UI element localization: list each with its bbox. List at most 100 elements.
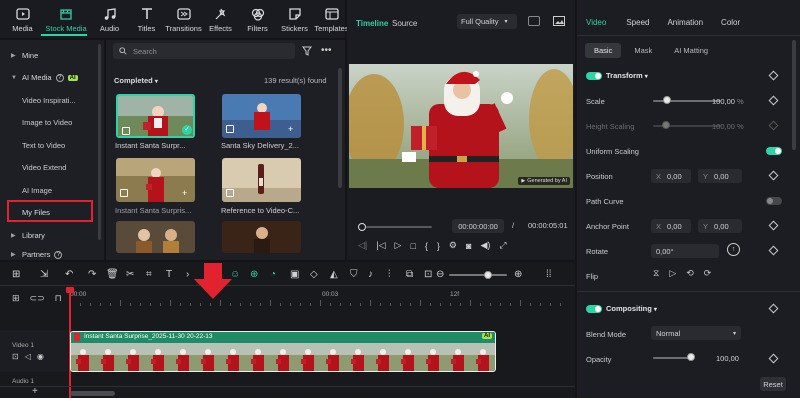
media-thumb-6[interactable] — [222, 221, 301, 253]
zoom-in-icon[interactable]: ⊕ — [514, 269, 526, 281]
toolbar-media-button[interactable]: Media — [4, 4, 41, 40]
redo-icon[interactable]: ↷ — [88, 269, 100, 281]
render-icon[interactable]: ⊡ — [424, 269, 436, 281]
rotate-left-icon[interactable]: ⟲ — [686, 268, 694, 279]
preview-progress-track[interactable] — [366, 226, 432, 228]
add-track-icon[interactable]: ⊞ — [12, 293, 20, 304]
height-slider-knob[interactable] — [662, 121, 670, 129]
sidebar-item-ai-image[interactable]: AI Image — [0, 179, 104, 202]
playhead-handle[interactable] — [66, 287, 74, 293]
shield-icon[interactable]: ⛉ — [350, 269, 362, 281]
toolbar-effects-button[interactable]: Effects — [202, 4, 239, 40]
subtab-ai-matting[interactable]: AI Matting — [665, 43, 717, 58]
sidebar-item-video-inspirati[interactable]: Video Inspirati... — [0, 89, 104, 112]
magnet-icon[interactable]: ⊓ — [55, 293, 62, 304]
sidebar-item-mine[interactable]: ▶ Mine — [0, 44, 104, 67]
sidebar-scrollbar[interactable] — [98, 44, 101, 240]
subtab-mask[interactable]: Mask — [625, 43, 661, 58]
aspect-ratio-icon[interactable] — [528, 16, 540, 26]
zoom-slider-track[interactable] — [449, 274, 507, 276]
marker-icon[interactable]: ◭ — [330, 269, 342, 281]
sidebar-item-partners[interactable]: ▶ Partners? — [0, 247, 104, 263]
lock-icon[interactable]: ⊡ — [12, 352, 19, 361]
subtab-basic[interactable]: Basic — [585, 43, 622, 58]
media-thumb-4[interactable] — [222, 158, 301, 202]
more-icon[interactable]: ••• — [321, 45, 332, 56]
image-icon[interactable]: ▣ — [290, 269, 302, 281]
grid-icon[interactable]: ⊞ — [12, 269, 24, 281]
tab-speed[interactable]: Speed — [626, 18, 649, 27]
opacity-slider-knob[interactable] — [687, 353, 695, 361]
media-thumb-3[interactable]: + — [116, 158, 195, 202]
add-icon[interactable]: + — [182, 188, 187, 198]
volume-icon[interactable]: ◀) — [480, 240, 490, 251]
sidebar-item-video-extend[interactable]: Video Extend — [0, 157, 104, 180]
search-input[interactable]: Search — [113, 43, 295, 59]
media-scrollbar[interactable] — [338, 68, 342, 188]
delete-icon[interactable]: 🗑 — [106, 269, 119, 281]
tab-source[interactable]: Source — [392, 19, 417, 28]
transform-header[interactable]: Transform ▾ — [606, 71, 648, 80]
position-x-field[interactable]: X 0,00 — [651, 169, 691, 183]
blend-mode-dropdown[interactable]: Normal ▾ — [651, 326, 741, 340]
rotate-field[interactable]: 0,00° — [651, 244, 719, 258]
video-clip[interactable]: Instant Santa Surprise_2025-11-30 20-22-… — [70, 331, 496, 372]
mixer-icon[interactable]: ⫶ — [388, 269, 400, 281]
fullscreen-icon[interactable]: ⤢ — [499, 240, 506, 251]
timeline-scrollbar[interactable] — [70, 391, 115, 396]
sidebar-item-library[interactable]: ▶ Library — [0, 224, 104, 247]
quality-dropdown[interactable]: Full Quality ▾ — [457, 14, 517, 29]
flip-vertical-icon[interactable]: ▷ — [669, 268, 676, 279]
select-icon[interactable]: ⇲ — [40, 269, 52, 281]
add-icon[interactable]: + — [288, 124, 293, 134]
text-icon[interactable]: T — [166, 269, 178, 281]
compositing-header[interactable]: Compositing ▾ — [606, 304, 657, 313]
current-time[interactable]: 00:00:00:00 — [452, 219, 504, 233]
eye-icon[interactable]: ◉ — [37, 352, 44, 361]
mark-out-icon[interactable]: } — [437, 241, 440, 251]
media-thumb-5[interactable] — [116, 221, 195, 253]
tab-timeline[interactable]: Timeline — [356, 19, 388, 28]
preview-video[interactable]: ▶ Generated by AI — [349, 64, 573, 188]
step-back-icon[interactable]: |◁ — [376, 240, 385, 251]
path-curve-toggle[interactable] — [766, 197, 782, 205]
mark-in-icon[interactable]: { — [425, 241, 428, 251]
cut-icon[interactable]: ✂ — [126, 269, 138, 281]
link-icon[interactable]: ⊂⊃ — [30, 293, 45, 304]
position-y-field[interactable]: Y 0,00 — [698, 169, 742, 183]
uniform-scaling-toggle[interactable] — [766, 147, 782, 155]
split-icon[interactable]: ⊕ — [250, 269, 262, 281]
rotate-dial-icon[interactable]: ↑ — [727, 243, 740, 256]
mic-icon[interactable]: ♪ — [368, 269, 380, 281]
snapshot-icon[interactable] — [553, 16, 565, 26]
zoom-out-icon[interactable]: ⊖ — [436, 269, 448, 281]
more-icon[interactable]: › — [186, 269, 198, 281]
play-icon[interactable]: ▷ — [395, 240, 402, 251]
anchor-y-field[interactable]: Y 0,00 — [698, 219, 742, 233]
camera-icon[interactable]: ◙ — [466, 241, 471, 251]
sort-dropdown[interactable]: Completed ▾ — [114, 76, 158, 85]
filter-icon[interactable] — [302, 46, 312, 56]
compositing-toggle[interactable] — [586, 305, 602, 313]
add-track-icon[interactable]: + — [32, 386, 38, 397]
mute-icon[interactable]: ◁ — [25, 352, 31, 361]
toolbar-filters-button[interactable]: Filters — [239, 4, 276, 40]
scale-value-field[interactable]: 100,00 % — [712, 97, 744, 106]
keyframe-icon[interactable]: ◇ — [310, 269, 322, 281]
anchor-x-field[interactable]: X 0,00 — [651, 219, 691, 233]
toolbar-templates-button[interactable]: Templates — [313, 4, 350, 40]
ai-icon[interactable]: ☺ — [230, 269, 242, 281]
toolbar-stickers-button[interactable]: Stickers — [276, 4, 313, 40]
zoom-slider-knob[interactable] — [484, 271, 492, 279]
sidebar-item-ai-media[interactable]: ▼ AI Media ? AI — [0, 67, 104, 90]
crop-icon[interactable]: ⌗ — [146, 269, 158, 281]
undo-icon[interactable]: ↶ — [65, 269, 77, 281]
media-thumb-2[interactable]: + — [222, 94, 301, 138]
sidebar-item-text-to-video[interactable]: Text to Video — [0, 134, 104, 157]
settings-icon[interactable]: ⚙ — [449, 240, 457, 251]
layout-icon[interactable]: ⁞⁞ — [546, 269, 558, 281]
scale-slider-knob[interactable] — [662, 96, 671, 104]
properties-scrollbar[interactable] — [792, 40, 796, 150]
transform-toggle[interactable] — [586, 72, 602, 80]
toolbar-audio-button[interactable]: Audio — [91, 4, 128, 40]
